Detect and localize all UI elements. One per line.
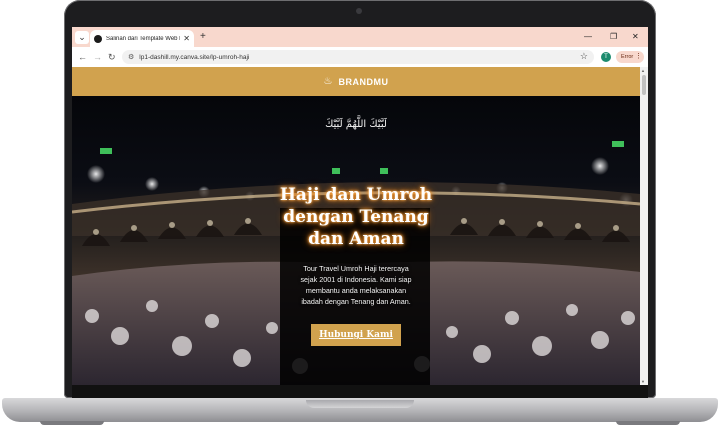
scroll-down-icon[interactable]: ▼ <box>641 379 645 384</box>
hero-subtitle-line: ibadah dengan Tenang dan Aman. <box>301 297 411 306</box>
url-text[interactable]: lp1-dashill.my.canva.site/lp-umroh-haji <box>139 54 249 61</box>
browser-toolbar: ← → ↻ ⚙ lp1-dashill.my.canva.site/lp-umr… <box>72 47 648 67</box>
forward-icon[interactable]: → <box>93 51 102 63</box>
canva-favicon-icon <box>94 34 102 43</box>
talbiyah-text: لَبَّيْكَ اللَّهُمَّ لَبَّيْكَ <box>325 119 387 130</box>
reload-icon[interactable]: ↻ <box>108 51 116 63</box>
site-settings-icon[interactable]: ⚙ <box>128 53 134 61</box>
page-viewport: ♨ BRANDMU لَبَّيْكَ اللَّهُمَّ لَبَّيْكَ… <box>72 67 640 385</box>
hero-subtitle-line: membantu anda melaksanakan <box>305 286 407 295</box>
hero-title: Haji dan Umroh dengan Tenang dan Aman <box>256 184 456 250</box>
contact-us-button[interactable]: Hubungi Kami <box>311 324 401 346</box>
brand-name[interactable]: BRANDMU <box>338 77 388 87</box>
bookmark-star-icon[interactable]: ☆ <box>580 51 588 62</box>
restore-icon[interactable]: ❐ <box>610 32 617 42</box>
hero-subtitle-line: Tour Travel Umroh Haji terercaya <box>303 264 409 273</box>
hero-section: لَبَّيْكَ اللَّهُمَّ لَبَّيْكَ Haji dan … <box>72 96 640 385</box>
hero-subtitle: Tour Travel Umroh Haji terercaya sejak 2… <box>276 263 436 307</box>
flame-logo-icon: ♨ <box>323 76 333 87</box>
tab-strip: ⌄ Salinan dari Template Web Landing ✕ + … <box>72 27 648 47</box>
hero-title-line: Haji dan Umroh <box>279 185 433 205</box>
laptop-foot <box>40 421 104 425</box>
hero-subtitle-line: sejak 2001 di Indonesia. Kami siap <box>300 275 412 284</box>
laptop-foot <box>616 421 680 425</box>
profile-avatar[interactable]: T <box>601 52 611 62</box>
tab-close-icon[interactable]: ✕ <box>183 34 190 43</box>
camera-icon <box>356 8 362 14</box>
screen-bezel <box>72 384 648 398</box>
close-window-icon[interactable]: ✕ <box>632 32 639 42</box>
back-icon[interactable]: ← <box>78 51 87 63</box>
address-bar[interactable]: ⚙ lp1-dashill.my.canva.site/lp-umroh-haj… <box>122 50 594 64</box>
site-header: ♨ BRANDMU <box>72 67 640 96</box>
browser-tab[interactable]: Salinan dari Template Web Landing ✕ <box>90 30 194 47</box>
laptop-notch <box>306 400 414 408</box>
page-scrollbar[interactable]: ▲ ▼ <box>640 67 648 385</box>
error-label: Error <box>621 54 634 60</box>
tab-title: Salinan dari Template Web Landing <box>106 35 180 42</box>
hero-title-line: dengan Tenang <box>283 207 429 227</box>
new-tab-button[interactable]: + <box>200 31 206 43</box>
scroll-thumb[interactable] <box>642 75 646 95</box>
minimize-icon[interactable]: — <box>584 32 592 42</box>
browser-window: ⌄ Salinan dari Template Web Landing ✕ + … <box>72 27 648 385</box>
error-button[interactable]: Error ⋮ <box>616 51 644 63</box>
scroll-up-icon[interactable]: ▲ <box>641 68 645 73</box>
tab-search-button[interactable]: ⌄ <box>75 31 89 44</box>
kebab-menu-icon[interactable]: ⋮ <box>635 51 642 63</box>
hero-title-line: dan Aman <box>308 229 404 249</box>
